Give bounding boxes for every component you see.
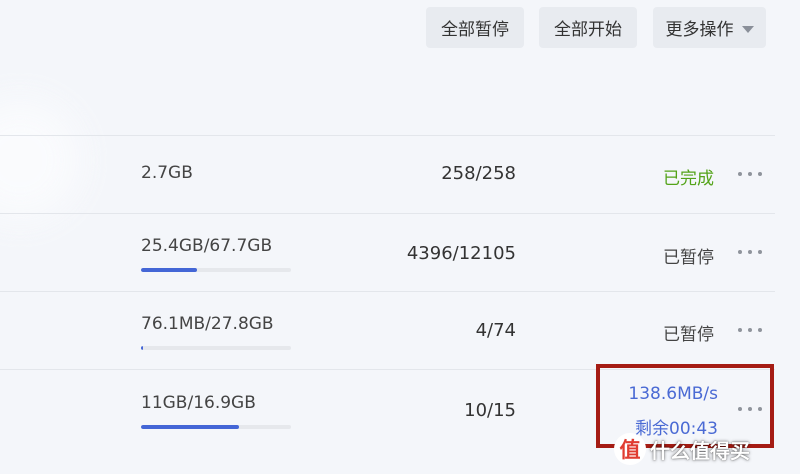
row-divider [0, 291, 775, 292]
progress-bar-fill [141, 425, 239, 429]
progress-bar [141, 346, 291, 350]
toolbar: 全部暂停 全部开始 更多操作 [0, 7, 800, 49]
start-all-label: 全部开始 [554, 20, 622, 40]
progress-bar [141, 425, 291, 429]
pause-all-button[interactable]: 全部暂停 [426, 7, 524, 48]
task-file-count: 4396/12105 [406, 243, 516, 264]
task-file-count: 258/258 [441, 163, 516, 184]
progress-bar-fill [141, 346, 143, 350]
start-all-button[interactable]: 全部开始 [539, 7, 637, 48]
task-size: 76.1MB/27.8GB [141, 314, 274, 334]
row-divider [0, 135, 775, 136]
more-options-icon[interactable] [738, 247, 762, 257]
task-row[interactable]: 2.7GB 258/258 已完成 [0, 135, 775, 213]
task-file-count: 4/74 [475, 320, 516, 341]
more-actions-label: 更多操作 [665, 20, 734, 40]
more-actions-dropdown[interactable]: 更多操作 [653, 7, 766, 48]
pause-all-label: 全部暂停 [441, 20, 509, 40]
task-file-count: 10/15 [464, 400, 516, 421]
status-badge: 已完成 [663, 169, 714, 189]
watermark-logo-icon: 值 [614, 433, 646, 465]
status-badge: 已暂停 [663, 325, 714, 345]
task-size: 2.7GB [141, 163, 193, 183]
task-size: 11GB/16.9GB [141, 393, 256, 413]
task-row[interactable]: 76.1MB/27.8GB 4/74 已暂停 [0, 291, 775, 369]
watermark: 值 什么值得买 [614, 430, 750, 468]
watermark-text: 什么值得买 [650, 438, 750, 463]
progress-bar [141, 268, 291, 272]
more-options-icon[interactable] [738, 169, 762, 179]
progress-bar-fill [141, 268, 198, 272]
chevron-down-icon [741, 25, 754, 33]
more-options-icon[interactable] [738, 325, 762, 335]
row-divider [0, 213, 775, 214]
status-badge: 已暂停 [663, 248, 714, 268]
task-size: 25.4GB/67.7GB [141, 236, 273, 256]
task-row[interactable]: 25.4GB/67.7GB 4396/12105 已暂停 [0, 213, 775, 291]
